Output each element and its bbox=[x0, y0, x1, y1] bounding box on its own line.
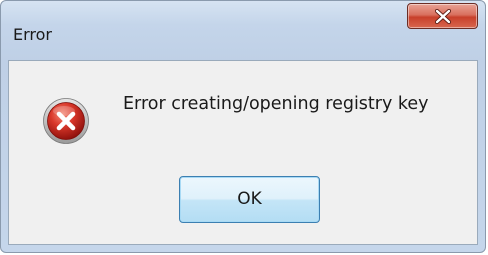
ok-button[interactable]: OK bbox=[179, 176, 320, 223]
dialog-content: Error creating/opening registry key OK bbox=[8, 60, 478, 245]
error-message: Error creating/opening registry key bbox=[123, 94, 429, 114]
close-icon bbox=[435, 9, 451, 24]
window-title: Error bbox=[13, 25, 52, 44]
error-icon bbox=[43, 98, 89, 144]
error-dialog-window: Error Error creating/opening registry ke… bbox=[0, 0, 486, 253]
title-bar[interactable]: Error bbox=[1, 1, 485, 49]
close-button[interactable] bbox=[407, 3, 478, 29]
